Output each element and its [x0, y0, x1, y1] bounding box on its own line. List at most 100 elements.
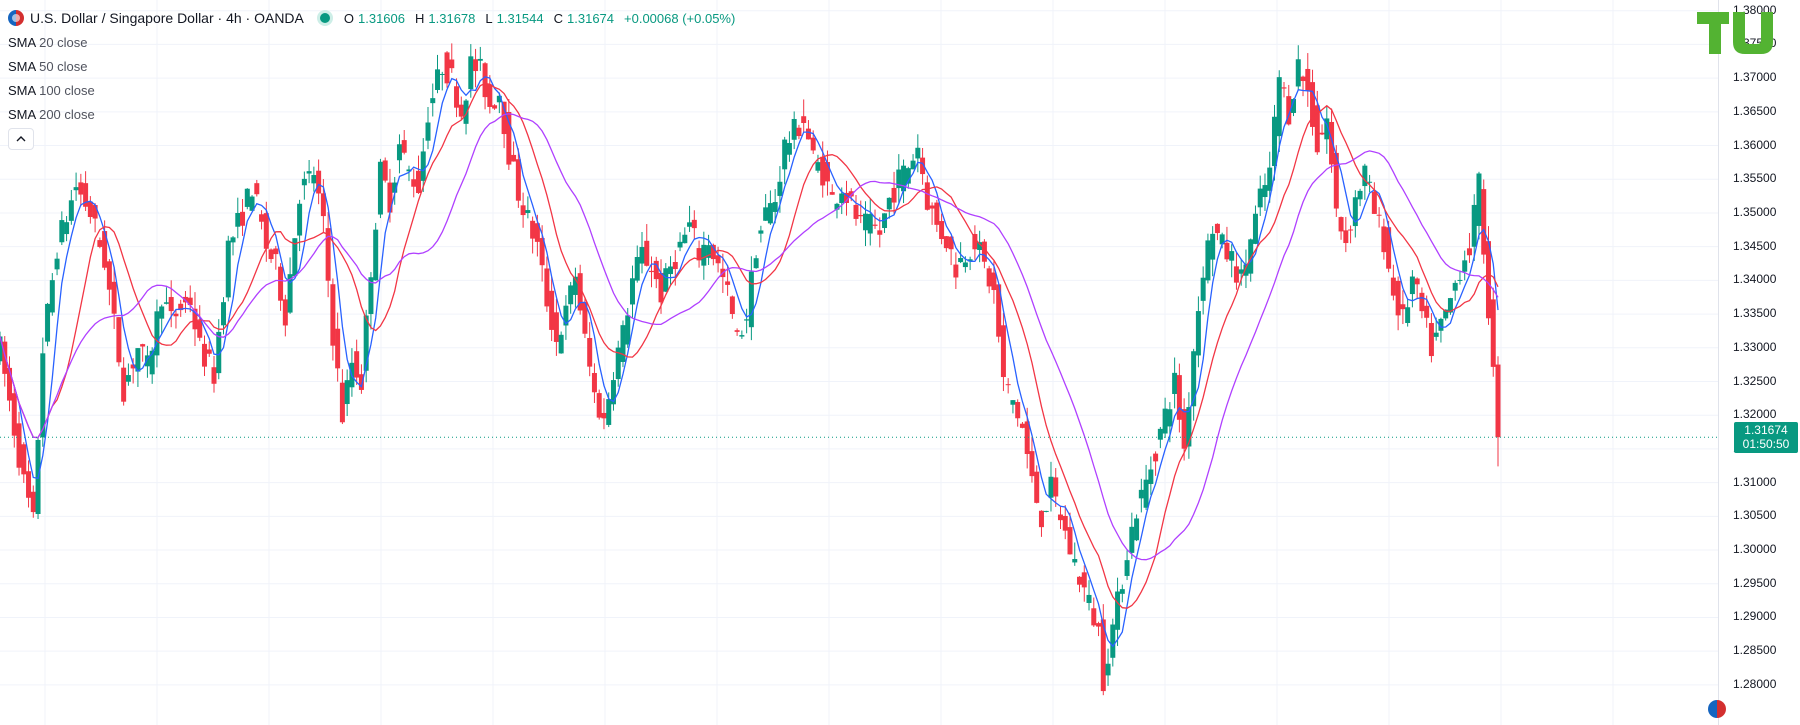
candle-body[interactable] [939, 221, 945, 240]
candle-body[interactable] [68, 200, 74, 221]
candle-body[interactable] [121, 367, 127, 402]
candle-body[interactable] [1490, 299, 1496, 367]
candle-body[interactable] [820, 156, 826, 186]
candle-body[interactable] [1134, 518, 1140, 541]
candle-body[interactable] [1129, 526, 1135, 553]
candle-body[interactable] [934, 202, 940, 225]
candle-body[interactable] [282, 299, 288, 326]
candle-body[interactable] [1433, 332, 1439, 337]
candle-body[interactable] [330, 284, 336, 346]
candle-body[interactable] [373, 229, 379, 281]
candle-body[interactable] [225, 240, 231, 298]
candle-body[interactable] [1157, 428, 1163, 440]
candle-body[interactable] [92, 205, 98, 219]
candle-body[interactable] [758, 230, 764, 234]
candle-body[interactable] [1214, 223, 1220, 234]
candle-body[interactable] [663, 268, 669, 292]
candle-body[interactable] [991, 272, 997, 291]
candle-body[interactable] [477, 58, 483, 61]
price-axis[interactable]: 1.38000 1.37500 1.37000 1.36500 1.36000 1.355… [1718, 0, 1800, 725]
candle-body[interactable] [1091, 608, 1097, 626]
candle-body[interactable] [1034, 471, 1040, 503]
candle-body[interactable] [430, 98, 436, 104]
candle-body[interactable] [924, 182, 930, 210]
candle-body[interactable] [772, 202, 778, 212]
candle-body[interactable] [677, 241, 683, 248]
candle-body[interactable] [1205, 240, 1211, 281]
candle-body[interactable] [1162, 408, 1168, 434]
candle-body[interactable] [64, 222, 70, 235]
candle-body[interactable] [211, 367, 217, 384]
candle-body[interactable] [1400, 304, 1406, 310]
candle-body[interactable] [468, 56, 474, 90]
candle-body[interactable] [687, 222, 693, 227]
candle-body[interactable] [986, 268, 992, 287]
candle-body[interactable] [639, 247, 645, 264]
collapse-indicators-button[interactable] [8, 128, 34, 150]
candle-body[interactable] [1495, 364, 1501, 438]
candle-body[interactable] [449, 59, 455, 69]
candle-body[interactable] [435, 69, 441, 90]
candle-body[interactable] [297, 203, 303, 236]
candle-body[interactable] [1390, 277, 1396, 296]
candle-body[interactable] [73, 187, 79, 191]
candle-body[interactable] [725, 281, 731, 285]
candle-body[interactable] [1000, 325, 1006, 378]
price-chart[interactable] [0, 0, 1718, 725]
candle-body[interactable] [1262, 185, 1268, 198]
candle-body[interactable] [1357, 190, 1363, 200]
candle-body[interactable] [163, 302, 169, 304]
candle-body[interactable] [454, 86, 460, 108]
candle-body[interactable] [734, 330, 740, 332]
candle-body[interactable] [753, 258, 759, 269]
candle-body[interactable] [958, 258, 964, 263]
candle-body[interactable] [458, 104, 464, 117]
candle-body[interactable] [1124, 560, 1130, 576]
candle-body[interactable] [197, 320, 203, 338]
candle-body[interactable] [591, 372, 597, 393]
candle-body[interactable] [649, 270, 655, 273]
candle-body[interactable] [1305, 68, 1311, 91]
candle-body[interactable] [1238, 269, 1244, 274]
candle-body[interactable] [11, 393, 17, 436]
candle-body[interactable] [377, 161, 383, 215]
candle-body[interactable] [1343, 230, 1349, 244]
candle-body[interactable] [810, 137, 816, 151]
candle-body[interactable] [1010, 400, 1016, 405]
candle-body[interactable] [1319, 132, 1325, 135]
candle-body[interactable] [658, 272, 664, 303]
candle-body[interactable] [396, 144, 402, 161]
candle-body[interactable] [520, 205, 526, 216]
candle-body[interactable] [763, 207, 769, 221]
candle-body[interactable] [116, 317, 122, 363]
candle-body[interactable] [420, 151, 426, 181]
candle-body[interactable] [21, 444, 27, 475]
candle-body[interactable] [1086, 594, 1092, 603]
candle-body[interactable] [301, 178, 307, 186]
candle-body[interactable] [867, 214, 873, 234]
tradingview-logo-icon[interactable] [1697, 10, 1783, 61]
candle-body[interactable] [625, 315, 631, 345]
candle-body[interactable] [1224, 242, 1230, 260]
candle-body[interactable] [1295, 59, 1301, 87]
candle-body[interactable] [815, 162, 821, 171]
candle-body[interactable] [1024, 421, 1030, 454]
candle-body[interactable] [1172, 372, 1178, 394]
candle-body[interactable] [1229, 251, 1235, 261]
candle-body[interactable] [1043, 510, 1049, 512]
candle-body[interactable] [1462, 260, 1468, 272]
candle-body[interactable] [97, 240, 103, 247]
candle-body[interactable] [515, 159, 521, 201]
candle-body[interactable] [1476, 173, 1482, 226]
candle-body[interactable] [201, 343, 207, 367]
candle-body[interactable] [796, 127, 802, 137]
candle-body[interactable] [1119, 589, 1125, 594]
candle-body[interactable] [1105, 663, 1111, 676]
candle-body[interactable] [244, 188, 250, 207]
candle-body[interactable] [1195, 311, 1201, 356]
candle-body[interactable] [553, 312, 559, 342]
candle-body[interactable] [1257, 188, 1263, 208]
candle-body[interactable] [1072, 559, 1078, 563]
candle-body[interactable] [1138, 489, 1144, 499]
candle-body[interactable] [829, 192, 835, 195]
